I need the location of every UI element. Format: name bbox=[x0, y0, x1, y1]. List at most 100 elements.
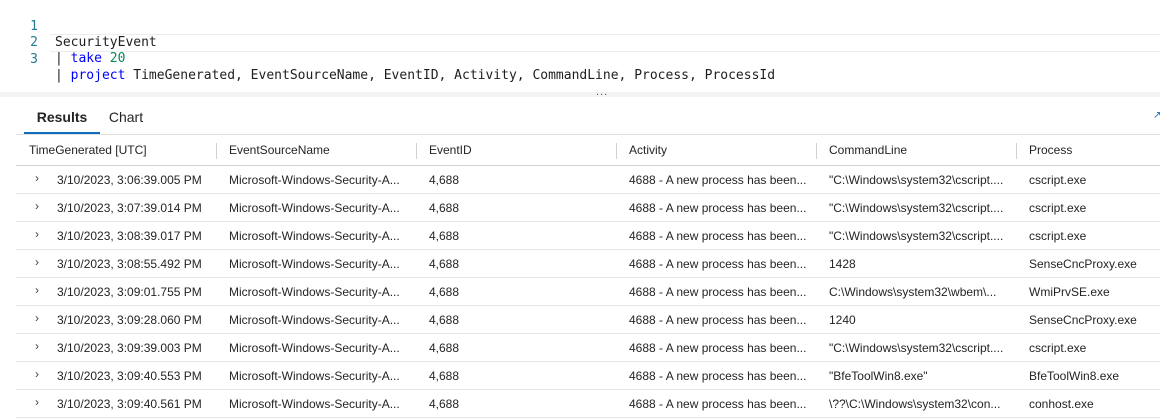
chevron-right-icon[interactable]: › bbox=[30, 171, 44, 185]
cell-eventsourcename: Microsoft-Windows-Security-A... bbox=[229, 173, 400, 187]
cell-timegenerated: 3/10/2023, 3:08:39.017 PM bbox=[57, 229, 202, 243]
cell-timegenerated: 3/10/2023, 3:09:01.755 PM bbox=[57, 285, 202, 299]
cell-eventid: 4,688 bbox=[429, 341, 460, 355]
editor-line-2[interactable]: 2 | take 20 bbox=[0, 19, 125, 66]
cell-process: cscript.exe bbox=[1029, 341, 1087, 355]
cell-timegenerated: 3/10/2023, 3:09:40.561 PM bbox=[57, 397, 202, 411]
code-text: | take 20 bbox=[55, 51, 125, 67]
keyword-project: project bbox=[70, 68, 126, 83]
cell-eventsourcename: Microsoft-Windows-Security-A... bbox=[229, 201, 400, 215]
cell-commandline: 1428 bbox=[829, 257, 856, 271]
cell-process: cscript.exe bbox=[1029, 229, 1087, 243]
cell-eventsourcename: Microsoft-Windows-Security-A... bbox=[229, 313, 400, 327]
cell-timegenerated: 3/10/2023, 3:09:28.060 PM bbox=[57, 313, 202, 327]
pane-splitter[interactable] bbox=[0, 92, 1160, 97]
editor-line-3[interactable]: 3 | project TimeGenerated, EventSourceNa… bbox=[0, 36, 775, 83]
cell-timegenerated: 3/10/2023, 3:06:39.005 PM bbox=[57, 173, 202, 187]
code-text: | project TimeGenerated, EventSourceName… bbox=[55, 68, 775, 84]
cell-activity: 4688 - A new process has been... bbox=[629, 341, 807, 355]
cell-timegenerated: 3/10/2023, 3:07:39.014 PM bbox=[57, 201, 202, 215]
column-resize-handle[interactable] bbox=[1016, 143, 1017, 159]
cell-activity: 4688 - A new process has been... bbox=[629, 285, 807, 299]
cell-process: WmiPrvSE.exe bbox=[1029, 285, 1110, 299]
table-row[interactable]: › 3/10/2023, 3:09:01.755 PM Microsoft-Wi… bbox=[16, 278, 1160, 306]
column-header-eventid[interactable]: EventID bbox=[429, 135, 609, 166]
chevron-right-icon[interactable]: › bbox=[30, 367, 44, 381]
column-resize-handle[interactable] bbox=[416, 143, 417, 159]
cell-eventsourcename: Microsoft-Windows-Security-A... bbox=[229, 285, 400, 299]
column-resize-handle[interactable] bbox=[616, 143, 617, 159]
grid-header: TimeGenerated [UTC] EventSourceName Even… bbox=[16, 134, 1160, 166]
pipe-operator: | bbox=[55, 51, 71, 66]
project-columns: TimeGenerated, EventSourceName, EventID,… bbox=[133, 68, 776, 83]
cell-process: SenseCncProxy.exe bbox=[1029, 313, 1137, 327]
chevron-right-icon[interactable]: › bbox=[30, 199, 44, 213]
cell-commandline: "C:\Windows\system32\cscript.... bbox=[829, 201, 1004, 215]
pipe-operator: | bbox=[55, 68, 71, 83]
editor-line-1[interactable]: 1 SecurityEvent bbox=[0, 3, 157, 50]
cell-commandline: 1240 bbox=[829, 313, 856, 327]
cell-activity: 4688 - A new process has been... bbox=[629, 173, 807, 187]
number-literal: 20 bbox=[109, 51, 126, 66]
cell-commandline: "BfeToolWin8.exe" bbox=[829, 369, 928, 383]
table-row[interactable]: › 3/10/2023, 3:06:39.005 PM Microsoft-Wi… bbox=[16, 166, 1160, 194]
cell-eventsourcename: Microsoft-Windows-Security-A... bbox=[229, 229, 400, 243]
cell-eventid: 4,688 bbox=[429, 257, 460, 271]
cell-timegenerated: 3/10/2023, 3:09:40.553 PM bbox=[57, 369, 202, 383]
cell-eventid: 4,688 bbox=[429, 173, 460, 187]
cell-eventsourcename: Microsoft-Windows-Security-A... bbox=[229, 341, 400, 355]
code-text: SecurityEvent bbox=[55, 35, 157, 50]
chevron-right-icon[interactable]: › bbox=[30, 395, 44, 409]
cell-process: cscript.exe bbox=[1029, 201, 1087, 215]
table-row[interactable]: › 3/10/2023, 3:07:39.014 PM Microsoft-Wi… bbox=[16, 194, 1160, 222]
chevron-right-icon[interactable]: › bbox=[30, 339, 44, 353]
column-header-commandline[interactable]: CommandLine bbox=[829, 135, 1009, 166]
splitter-grip-icon[interactable]: ... bbox=[596, 86, 608, 98]
query-editor[interactable]: 1 SecurityEvent 2 | take 20 3 | project … bbox=[0, 0, 1160, 92]
cell-eventid: 4,688 bbox=[429, 201, 460, 215]
cell-eventid: 4,688 bbox=[429, 285, 460, 299]
table-row[interactable]: › 3/10/2023, 3:08:39.017 PM Microsoft-Wi… bbox=[16, 222, 1160, 250]
cell-eventid: 4,688 bbox=[429, 397, 460, 411]
cell-eventsourcename: Microsoft-Windows-Security-A... bbox=[229, 369, 400, 383]
cell-process: BfeToolWin8.exe bbox=[1029, 369, 1120, 383]
column-header-activity[interactable]: Activity bbox=[629, 135, 809, 166]
cell-activity: 4688 - A new process has been... bbox=[629, 201, 807, 215]
chevron-right-icon[interactable]: › bbox=[30, 255, 44, 269]
tab-chart[interactable]: Chart bbox=[108, 104, 144, 132]
cell-timegenerated: 3/10/2023, 3:09:39.003 PM bbox=[57, 341, 202, 355]
cell-timegenerated: 3/10/2023, 3:08:55.492 PM bbox=[57, 257, 202, 271]
table-row[interactable]: › 3/10/2023, 3:09:40.553 PM Microsoft-Wi… bbox=[16, 362, 1160, 390]
line-number: 3 bbox=[30, 52, 38, 67]
cell-activity: 4688 - A new process has been... bbox=[629, 257, 807, 271]
column-header-process[interactable]: Process bbox=[1029, 135, 1160, 166]
table-row[interactable]: › 3/10/2023, 3:09:39.003 PM Microsoft-Wi… bbox=[16, 334, 1160, 362]
chevron-right-icon[interactable]: › bbox=[30, 227, 44, 241]
cell-activity: 4688 - A new process has been... bbox=[629, 397, 807, 411]
cell-eventid: 4,688 bbox=[429, 229, 460, 243]
cell-commandline: C:\Windows\system32\wbem\... bbox=[829, 285, 997, 299]
table-row[interactable]: › 3/10/2023, 3:09:28.060 PM Microsoft-Wi… bbox=[16, 306, 1160, 334]
chevron-right-icon[interactable]: › bbox=[30, 311, 44, 325]
current-line-highlight bbox=[50, 34, 1160, 52]
table-row[interactable]: › 3/10/2023, 3:09:40.561 PM Microsoft-Wi… bbox=[16, 390, 1160, 418]
table-row[interactable]: › 3/10/2023, 3:08:55.492 PM Microsoft-Wi… bbox=[16, 250, 1160, 278]
tab-results[interactable]: Results bbox=[24, 104, 100, 134]
expand-corner-icon[interactable]: ↗ bbox=[1153, 110, 1160, 121]
cell-process: cscript.exe bbox=[1029, 173, 1087, 187]
column-header-eventsourcename[interactable]: EventSourceName bbox=[229, 135, 409, 166]
column-resize-handle[interactable] bbox=[216, 143, 217, 159]
cell-commandline: "C:\Windows\system32\cscript.... bbox=[829, 173, 1004, 187]
cell-eventsourcename: Microsoft-Windows-Security-A... bbox=[229, 257, 400, 271]
cell-activity: 4688 - A new process has been... bbox=[629, 369, 807, 383]
column-resize-handle[interactable] bbox=[816, 143, 817, 159]
cell-commandline: "C:\Windows\system32\cscript.... bbox=[829, 341, 1004, 355]
chevron-right-icon[interactable]: › bbox=[30, 283, 44, 297]
cell-commandline: "C:\Windows\system32\cscript.... bbox=[829, 229, 1004, 243]
column-header-timegenerated[interactable]: TimeGenerated [UTC] bbox=[29, 135, 209, 166]
cell-activity: 4688 - A new process has been... bbox=[629, 313, 807, 327]
cell-eventid: 4,688 bbox=[429, 313, 460, 327]
keyword-take: take bbox=[70, 51, 102, 66]
cell-eventsourcename: Microsoft-Windows-Security-A... bbox=[229, 397, 400, 411]
cell-activity: 4688 - A new process has been... bbox=[629, 229, 807, 243]
